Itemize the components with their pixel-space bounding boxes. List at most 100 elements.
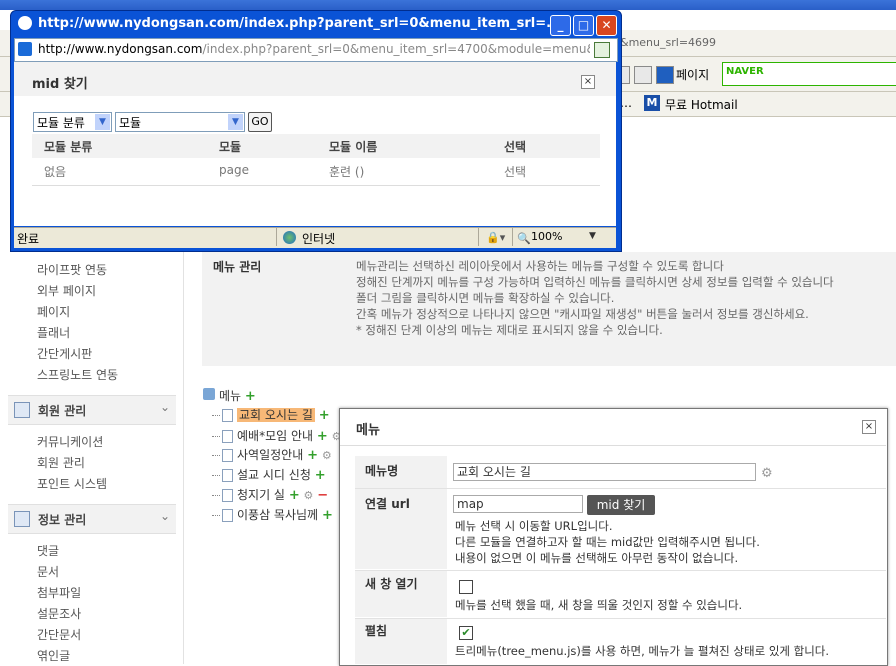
popup-heading: mid 찾기 <box>32 77 88 92</box>
tree-item-label[interactable]: 교회 오시는 길 <box>237 408 315 422</box>
divider <box>340 445 886 446</box>
chevron-down-icon: ⌄ <box>159 400 170 414</box>
tree-item-label[interactable]: 예배*모임 안내 <box>237 429 313 443</box>
ie-icon <box>18 16 32 30</box>
protected-mode-icon[interactable]: 🔒▾ <box>486 231 505 244</box>
module-category-select[interactable]: 모듈 분류 ▼ <box>33 112 112 132</box>
description-line: * 정해진 단계 이상의 메뉴는 제대로 표시되지 않을 수 있습니다. <box>356 323 663 337</box>
tree-item-label[interactable]: 사역일정안내 <box>237 448 303 462</box>
sidebar-item-page[interactable]: 페이지 <box>37 303 70 320</box>
zoom-level[interactable]: 100% <box>531 230 562 243</box>
go-button[interactable]: GO <box>248 112 272 132</box>
document-icon <box>222 449 233 462</box>
zoom-icon[interactable]: 🔍 <box>517 232 531 245</box>
sidebar-group-info[interactable]: 정보 관리 ⌄ <box>8 504 176 534</box>
address-host: http://www.nydongsan.com <box>38 42 203 56</box>
chevron-down-icon: ▼ <box>228 114 243 130</box>
tree-item-label[interactable]: 청지기 실 <box>237 488 285 502</box>
download-icon[interactable] <box>656 66 674 84</box>
sidebar-group-member[interactable]: 회원 관리 ⌄ <box>8 395 176 425</box>
hotmail-link[interactable]: 무료 Hotmail <box>665 96 738 113</box>
globe-icon <box>283 231 296 244</box>
close-icon[interactable]: × <box>862 420 876 434</box>
add-icon[interactable]: + <box>307 448 318 463</box>
add-icon[interactable]: + <box>289 488 300 503</box>
close-icon[interactable]: × <box>581 75 595 89</box>
expand-checkbox[interactable]: ✔ <box>459 626 473 640</box>
zoom-dropdown-icon[interactable]: ▼ <box>589 231 596 241</box>
add-icon[interactable]: + <box>322 508 333 523</box>
menu-url-label: 연결 url <box>365 497 410 511</box>
tree-root-label[interactable]: 메뉴 <box>219 389 241 403</box>
delete-icon[interactable]: − <box>317 488 328 503</box>
tree-item[interactable]: 청지기 실 + ⚙ − <box>212 486 328 504</box>
tree-item-label[interactable]: 설교 시디 신청 <box>237 468 311 482</box>
tree-item[interactable]: 교회 오시는 길 + <box>212 406 330 424</box>
new-window-checkbox[interactable] <box>459 580 473 594</box>
maximize-button[interactable]: □ <box>573 15 594 36</box>
page-title: 메뉴 관리 <box>213 260 262 274</box>
document-icon <box>222 489 233 502</box>
module-value: 모듈 <box>119 116 142 130</box>
sidebar-item-attachments[interactable]: 첨부파일 <box>37 584 81 601</box>
sidebar-item-trackback[interactable]: 엮인글 <box>37 647 70 664</box>
add-icon[interactable]: + <box>315 468 326 483</box>
description-line: 정해진 단계까지 메뉴를 구성 가능하며 입력하신 메뉴를 클릭하시면 상세 정… <box>356 275 834 289</box>
tree-item[interactable]: 사역일정안내 + ⚙ <box>212 446 332 464</box>
address-path: /index.php?parent_srl=0&menu_item_srl=47… <box>202 42 590 56</box>
page-icon <box>18 42 32 56</box>
sidebar-item-member-admin[interactable]: 회원 관리 <box>37 454 85 471</box>
sidebar-item-planner[interactable]: 플래너 <box>37 324 70 341</box>
go-icon[interactable] <box>594 42 610 58</box>
sidebar-item-comments[interactable]: 댓글 <box>37 542 59 559</box>
sidebar-item-springnote[interactable]: 스프링노트 연동 <box>37 366 118 383</box>
sidebar-item-point-system[interactable]: 포인트 시스템 <box>37 475 107 492</box>
menu-root-icon[interactable] <box>203 388 215 400</box>
new-window-help: 메뉴를 선택 했을 때, 새 창을 띄울 것인지 정할 수 있습니다. <box>455 598 743 612</box>
minimize-button[interactable]: _ <box>550 15 571 36</box>
admin-sidebar <box>0 250 184 664</box>
sidebar-item-communication[interactable]: 커뮤니케이션 <box>37 433 103 450</box>
menu-name-input[interactable]: 교회 오시는 길 <box>453 463 756 481</box>
tree-item[interactable]: 설교 시디 신청 + <box>212 466 326 484</box>
sidebar-item-lifepod[interactable]: 라이프팟 연동 <box>37 261 107 278</box>
chevron-down-icon: ▼ <box>95 114 110 130</box>
tree-item-label[interactable]: 이풍삼 목사님께 <box>237 508 318 522</box>
add-icon[interactable]: + <box>245 389 256 404</box>
tree-item[interactable]: 이풍삼 목사님께 + <box>212 506 333 524</box>
select-link[interactable]: 선택 <box>504 163 526 180</box>
page-menu-button[interactable]: 페이지 <box>676 66 709 83</box>
sidebar-item-documents[interactable]: 문서 <box>37 563 59 580</box>
table-cell: 없음 <box>44 165 67 179</box>
column-header: 모듈 분류 <box>44 140 93 154</box>
add-icon[interactable]: + <box>317 429 328 444</box>
sidebar-group-member-title: 회원 관리 <box>38 404 87 418</box>
table-cell: page <box>219 163 249 177</box>
sidebar-item-simple-doc[interactable]: 간단문서 <box>37 626 81 643</box>
gear-icon[interactable]: ⚙ <box>304 489 314 502</box>
document-icon <box>222 409 233 422</box>
sidebar-item-simple-board[interactable]: 간단게시판 <box>37 345 92 362</box>
description-line: 간혹 메뉴가 정상적으로 나타나지 않으면 "캐시파일 재생성" 버튼을 눌러서… <box>356 307 809 321</box>
hotmail-icon[interactable]: M <box>644 95 660 111</box>
module-select[interactable]: 모듈 ▼ <box>115 112 245 132</box>
tree-root[interactable]: 메뉴 + <box>219 387 256 404</box>
popup-address-text[interactable]: http://www.nydongsan.com/index.php?paren… <box>38 42 590 56</box>
sidebar-item-external-page[interactable]: 외부 페이지 <box>37 282 96 299</box>
tree-item[interactable]: 예배*모임 안내 + ⚙ <box>212 427 342 445</box>
sidebar-item-poll[interactable]: 설문조사 <box>37 605 81 622</box>
gear-icon[interactable]: ⚙ <box>761 466 773 481</box>
document-icon <box>222 509 233 522</box>
gear-icon[interactable]: ⚙ <box>322 449 332 462</box>
add-icon[interactable]: + <box>319 408 330 423</box>
browser-titlebar <box>0 0 896 10</box>
sidebar-group-info-title: 정보 관리 <box>38 513 87 527</box>
description-line: 메뉴관리는 선택하신 레이아웃에서 사용하는 메뉴를 구성할 수 있도록 합니다 <box>356 259 724 273</box>
column-header: 모듈 이름 <box>329 140 378 154</box>
member-group-icon <box>14 402 30 418</box>
find-mid-button[interactable]: mid 찾기 <box>587 495 655 515</box>
menu-url-input[interactable]: map <box>453 495 583 513</box>
save-icon[interactable] <box>634 66 652 84</box>
window-close-button[interactable]: ✕ <box>596 15 617 36</box>
url-help-line: 메뉴 선택 시 이동할 URL입니다. <box>455 519 613 533</box>
